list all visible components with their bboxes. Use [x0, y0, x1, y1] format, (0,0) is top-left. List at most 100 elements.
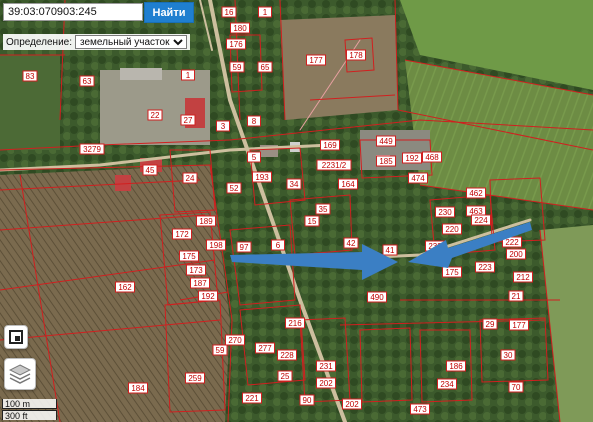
parcel-number: 220 [445, 225, 459, 234]
parcel-number: 216 [288, 319, 302, 328]
parcel-label[interactable]: 3279 [79, 143, 105, 155]
parcel-label[interactable]: 3 [216, 120, 230, 132]
parcel-number: 177 [512, 321, 526, 330]
parcel-label[interactable]: 177 [509, 319, 529, 331]
parcel-label[interactable]: 1 [181, 69, 195, 81]
parcel-label[interactable]: 52 [226, 182, 242, 194]
parcel-label[interactable]: 490 [367, 291, 387, 303]
parcel-number: 192 [201, 292, 215, 301]
parcel-label[interactable]: 70 [508, 381, 524, 393]
parcel-label[interactable]: 173 [186, 264, 206, 276]
parcel-label[interactable]: 192 [198, 290, 218, 302]
parcel-label[interactable]: 474 [408, 172, 428, 184]
parcel-label[interactable]: 162 [115, 281, 135, 293]
parcel-label[interactable]: 1 [258, 6, 272, 18]
parcel-label[interactable]: 223 [475, 261, 495, 273]
parcel-label[interactable]: 220 [442, 223, 462, 235]
parcel-label[interactable]: 41 [382, 244, 398, 256]
definition-select[interactable]: земельный участок [75, 35, 188, 49]
parcel-label[interactable]: 63 [79, 75, 95, 87]
parcel-number: 25 [281, 372, 290, 381]
parcel-label[interactable]: 97 [236, 241, 252, 253]
parcel-label[interactable]: 42 [343, 237, 359, 249]
parcel-number: 200 [509, 250, 523, 259]
find-button[interactable]: Найти [144, 2, 194, 23]
parcel-label[interactable]: 177 [306, 54, 326, 66]
parcel-label[interactable]: 187 [190, 277, 210, 289]
cadastral-number-input[interactable] [3, 3, 143, 21]
parcel-label[interactable]: 230 [435, 206, 455, 218]
parcel-label[interactable]: 2231/2 [316, 159, 352, 171]
map-canvas[interactable]: 16 118017617817759 6583 1632227383279449169… [0, 0, 593, 422]
parcel-label[interactable]: 212 [513, 271, 533, 283]
parcel-label[interactable]: 449 [376, 135, 396, 147]
parcel-label[interactable]: 228 [277, 349, 297, 361]
parcel-label[interactable]: 22 [147, 109, 163, 121]
parcel-label[interactable]: 216 [285, 317, 305, 329]
parcel-number: 8 [252, 117, 257, 126]
parcel-label[interactable]: 90 [299, 394, 315, 406]
parcel-label[interactable]: 259 [185, 372, 205, 384]
parcel-label[interactable]: 175 [179, 250, 199, 262]
parcel-label[interactable]: 200 [506, 248, 526, 260]
parcel-number: 189 [199, 217, 213, 226]
parcel-number: 259 [188, 374, 202, 383]
parcel-label[interactable]: 59 [229, 61, 245, 73]
parcel-label[interactable]: 231 [316, 360, 336, 372]
parcel-label[interactable]: 462 [466, 187, 486, 199]
parcel-label[interactable]: 468 [422, 151, 442, 163]
fullscreen-button[interactable] [4, 325, 28, 349]
parcel-number: 474 [411, 174, 425, 183]
parcel-label[interactable]: 169 [320, 139, 340, 151]
parcel-label[interactable]: 83 [22, 70, 38, 82]
parcel-label[interactable]: 184 [128, 382, 148, 394]
parcel-label[interactable]: 172 [172, 228, 192, 240]
parcel-label[interactable]: 176 [226, 38, 246, 50]
parcel-label[interactable]: 16 [221, 6, 237, 18]
parcel-label[interactable]: 27 [180, 114, 196, 126]
parcel-label[interactable]: 277 [255, 342, 275, 354]
parcel-label[interactable]: 180 [230, 22, 250, 34]
parcel-label[interactable]: 224 [471, 214, 491, 226]
parcel-number: 277 [258, 344, 272, 353]
parcel-label[interactable]: 30 [500, 349, 516, 361]
parcel-label[interactable]: 164 [338, 178, 358, 190]
scale-metric: 100 m [2, 399, 57, 409]
parcel-number: 1 [263, 8, 268, 17]
parcel-number: 52 [230, 184, 239, 193]
parcel-label[interactable]: 189 [196, 215, 216, 227]
parcel-label[interactable]: 221 [242, 392, 262, 404]
parcel-number: 270 [228, 336, 242, 345]
parcel-label[interactable]: 185 [376, 155, 396, 167]
parcel-label[interactable]: 6 [271, 239, 285, 251]
layers-button[interactable] [4, 358, 36, 390]
parcel-number: 5 [252, 153, 257, 162]
parcel-label[interactable]: 270 [225, 334, 245, 346]
fullscreen-icon [9, 330, 23, 344]
parcel-number: 41 [386, 246, 395, 255]
parcel-label[interactable]: 5 [247, 151, 261, 163]
parcel-number: 24 [186, 174, 195, 183]
parcel-label[interactable]: 178 [346, 49, 366, 61]
parcel-label[interactable]: 193 [252, 171, 272, 183]
parcel-label[interactable]: 234 [437, 378, 457, 390]
parcel-label[interactable]: 8 [247, 115, 261, 127]
parcel-label[interactable]: 202 [316, 377, 336, 389]
parcel-label[interactable]: 186 [446, 360, 466, 372]
parcel-label[interactable]: 175 [442, 266, 462, 278]
parcel-label[interactable]: 65 [257, 61, 273, 73]
parcel-label[interactable]: 202 [342, 398, 362, 410]
parcel-label[interactable]: 198 [206, 239, 226, 251]
parcel-label[interactable]: 21 [508, 290, 524, 302]
parcel-label[interactable]: 192 [402, 152, 422, 164]
parcel-label[interactable]: 15 [304, 215, 320, 227]
parcel-label[interactable]: 59 [212, 344, 228, 356]
parcel-label[interactable]: 24 [182, 172, 198, 184]
parcel-number: 59 [233, 63, 242, 72]
parcel-label[interactable]: 473 [410, 403, 430, 415]
parcel-label[interactable]: 35 [315, 203, 331, 215]
parcel-label[interactable]: 45 [142, 164, 158, 176]
parcel-label[interactable]: 29 [482, 318, 498, 330]
parcel-label[interactable]: 25 [277, 370, 293, 382]
parcel-label[interactable]: 34 [286, 178, 302, 190]
